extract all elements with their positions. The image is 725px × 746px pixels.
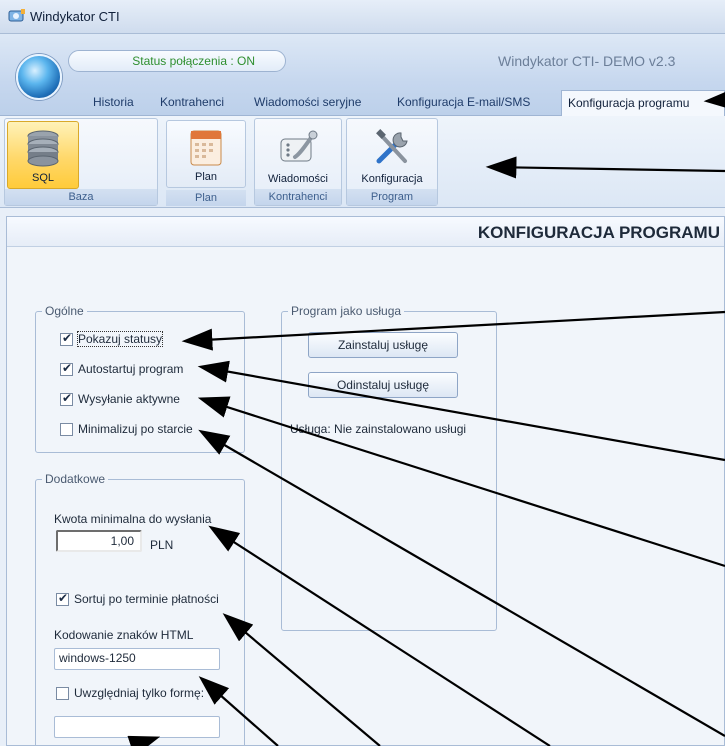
min-amount-input[interactable]: 1,00 (56, 530, 142, 552)
wiadomosci-button[interactable]: Wiadomości (258, 121, 338, 189)
checkbox-label: Sortuj po terminie płatności (74, 592, 219, 606)
section-header: KONFIGURACJA PROGRAMU (7, 217, 724, 247)
uninstall-service-button[interactable]: Odinstaluj usługę (308, 372, 458, 398)
general-group: Ogólne Pokazuj statusy Autostartuj progr… (35, 304, 245, 453)
checkbox-label: Autostartuj program (78, 362, 184, 376)
service-group: Program jako usługa Zainstaluj usługę Od… (281, 304, 497, 631)
encoding-label: Kodowanie znaków HTML (54, 628, 194, 642)
ribbon-group-label: Baza (5, 189, 157, 205)
service-legend: Program jako usługa (288, 304, 405, 318)
phone-icon (280, 130, 318, 162)
ribbon: SQL Baza Plan Plan Wiadomości Kontrahenc… (0, 116, 725, 208)
checkbox-label: Wysyłanie aktywne (78, 392, 180, 406)
checkbox-box[interactable] (60, 391, 73, 406)
additional-legend: Dodatkowe (42, 472, 109, 486)
checkbox-box[interactable] (60, 423, 73, 436)
tab-kontrahenci[interactable]: Kontrahenci (160, 90, 224, 116)
checkbox-label: Uwzględniaj tylko formę: (74, 686, 205, 700)
main-tabs: Historia Kontrahenci Wiadomości seryjne … (0, 90, 725, 116)
ribbon-group-label: Kontrahenci (255, 189, 341, 205)
section-title: KONFIGURACJA PROGRAMU (477, 223, 720, 242)
install-service-button[interactable]: Zainstaluj usługę (308, 332, 458, 358)
ribbon-group-program: Konfiguracja Program (346, 118, 438, 206)
ribbon-group-plan: Plan Plan (160, 118, 250, 206)
sql-button-label: SQL (31, 172, 54, 184)
additional-group: Dodatkowe Kwota minimalna do wysłania 1,… (35, 472, 245, 746)
form-input[interactable] (54, 716, 220, 738)
calendar-icon (190, 130, 222, 166)
checkbox-label: Pokazuj statusy (76, 331, 164, 347)
checkbox-box[interactable] (60, 331, 73, 346)
plan-button-label: Plan (194, 171, 218, 183)
connection-status: Status połączenia : ON (68, 50, 286, 72)
database-icon (27, 130, 59, 167)
konfiguracja-button-label: Konfiguracja (361, 173, 423, 185)
tab-konfiguracja-programu[interactable]: Konfiguracja programu (561, 90, 725, 116)
title-bar: Windykator CTI (0, 0, 725, 34)
window-title: Windykator CTI (30, 9, 120, 24)
ribbon-group-label: Program (347, 189, 437, 205)
checkbox-box[interactable] (60, 361, 73, 376)
encoding-input[interactable]: windows-1250 (54, 648, 220, 670)
currency-label: PLN (150, 538, 174, 552)
app-icon (8, 9, 25, 22)
tab-wiadomosci-seryjne[interactable]: Wiadomości seryjne (254, 90, 361, 116)
checkbox-label: Minimalizuj po starcie (78, 422, 193, 436)
tab-konfiguracja-email-sms[interactable]: Konfiguracja E-mail/SMS (397, 90, 530, 116)
konfiguracja-button[interactable]: Konfiguracja (351, 121, 433, 189)
settings-panel: KONFIGURACJA PROGRAMU Ogólne Pokazuj sta… (6, 216, 725, 746)
ribbon-group-label: Plan (166, 190, 246, 206)
plan-button[interactable]: Plan (166, 120, 246, 188)
wiadomosci-button-label: Wiadomości (268, 173, 328, 185)
ribbon-group-baza: SQL Baza (4, 118, 158, 206)
tab-historia[interactable]: Historia (93, 90, 134, 116)
checkbox-box[interactable] (56, 591, 69, 606)
tools-icon (376, 129, 408, 164)
ribbon-group-kontrahenci: Wiadomości Kontrahenci (254, 118, 342, 206)
content-area: KONFIGURACJA PROGRAMU Ogólne Pokazuj sta… (0, 208, 725, 746)
min-amount-label: Kwota minimalna do wysłania (54, 512, 212, 526)
sql-button[interactable]: SQL (7, 121, 79, 189)
general-legend: Ogólne (42, 304, 87, 318)
checkbox-box[interactable] (56, 687, 69, 700)
app-title: Windykator CTI- DEMO v2.3 (498, 53, 676, 69)
service-status: Usługa: Nie zainstalowano usługi (290, 422, 467, 436)
